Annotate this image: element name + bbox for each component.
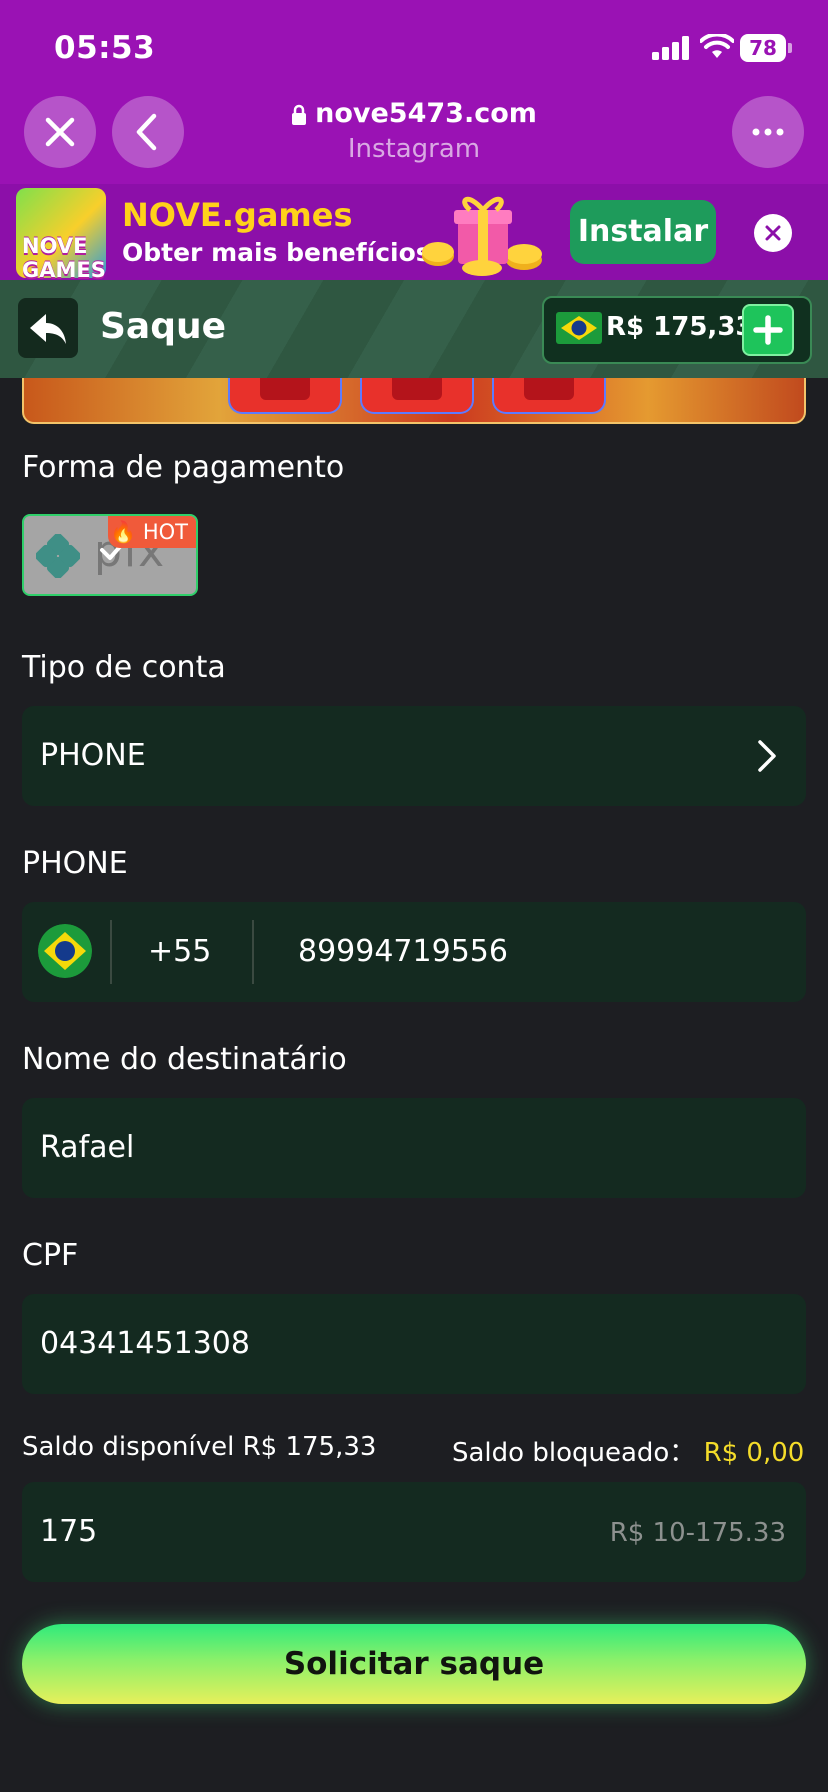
deposit-button[interactable] <box>742 304 794 356</box>
app-logo-text: NOVE GAMES <box>22 234 106 282</box>
browser-source: Instagram <box>347 134 481 164</box>
promo-tile <box>360 378 474 414</box>
country-code[interactable]: +55 <box>148 934 211 969</box>
wallet-amount: R$ 175,33 <box>606 312 754 342</box>
available-balance: Saldo disponível R$ 175,33 <box>22 1432 376 1462</box>
recipient-field[interactable] <box>22 1098 806 1198</box>
back-button[interactable] <box>18 298 78 358</box>
close-icon <box>765 225 781 241</box>
install-button[interactable]: Instalar <box>570 200 716 264</box>
plus-icon <box>753 315 783 345</box>
available-balance-value: 175,33 <box>285 1432 377 1462</box>
pix-logo-icon <box>36 534 80 578</box>
flame-icon: 🔥 <box>110 520 137 544</box>
page-title: Saque <box>100 306 227 347</box>
blocked-balance: Saldo bloqueado： R$ 0,00 <box>452 1432 804 1469</box>
chevron-left-icon <box>136 113 157 151</box>
hot-badge: 🔥 HOT <box>108 516 196 548</box>
recipient-input[interactable]: Rafael <box>40 1130 134 1165</box>
account-type-value: PHONE <box>40 738 146 773</box>
promo-banner <box>22 378 806 424</box>
recipient-label: Nome do destinatário <box>22 1042 347 1077</box>
brazil-flag-icon <box>556 312 602 344</box>
battery-icon: 78 <box>740 34 786 62</box>
payment-option-pix[interactable]: pix 🔥 HOT <box>22 514 198 596</box>
cpf-input[interactable]: 04341451308 <box>40 1326 250 1361</box>
divider <box>110 920 112 984</box>
hot-badge-text: HOT <box>142 520 188 544</box>
browser-more-button[interactable] <box>732 96 804 168</box>
phone-label: PHONE <box>22 846 128 881</box>
browser-back-button[interactable] <box>112 96 184 168</box>
brazil-flag-icon[interactable] <box>38 924 92 978</box>
phone-number-input[interactable]: 89994719556 <box>298 934 508 969</box>
battery-tip <box>788 43 792 53</box>
banner-title: NOVE.games <box>122 196 353 234</box>
cpf-label: CPF <box>22 1238 79 1273</box>
available-balance-label: Saldo disponível R$ <box>22 1432 278 1462</box>
cellular-signal-icon <box>652 36 689 60</box>
blocked-balance-value: R$ 0,00 <box>703 1438 805 1468</box>
promo-tile <box>492 378 606 414</box>
blocked-balance-label: Saldo bloqueado： <box>452 1438 696 1468</box>
chevron-right-icon <box>758 740 776 772</box>
gift-coins-icon <box>422 196 542 276</box>
request-withdrawal-button[interactable]: Solicitar saque <box>22 1624 806 1704</box>
address-bar[interactable]: nove5473.com <box>200 98 628 129</box>
banner-subtitle: Obter mais benefícios <box>122 238 431 267</box>
account-type-label: Tipo de conta <box>22 650 226 685</box>
divider <box>252 920 254 984</box>
close-browser-button[interactable] <box>24 96 96 168</box>
amount-input[interactable]: 175 <box>40 1514 97 1549</box>
wifi-icon <box>700 34 734 58</box>
close-icon <box>45 117 75 147</box>
more-dots-icon <box>752 128 784 136</box>
promo-tile <box>228 378 342 414</box>
lock-icon <box>292 104 307 125</box>
banner-close-button[interactable] <box>754 214 792 252</box>
app-logo: NOVE GAMES <box>16 188 106 282</box>
back-arrow-icon <box>30 314 66 344</box>
status-time: 05:53 <box>54 30 156 66</box>
payment-method-label: Forma de pagamento <box>22 450 345 485</box>
url-text: nove5473.com <box>315 98 537 129</box>
amount-range-hint: R$ 10-175.33 <box>609 1518 786 1548</box>
